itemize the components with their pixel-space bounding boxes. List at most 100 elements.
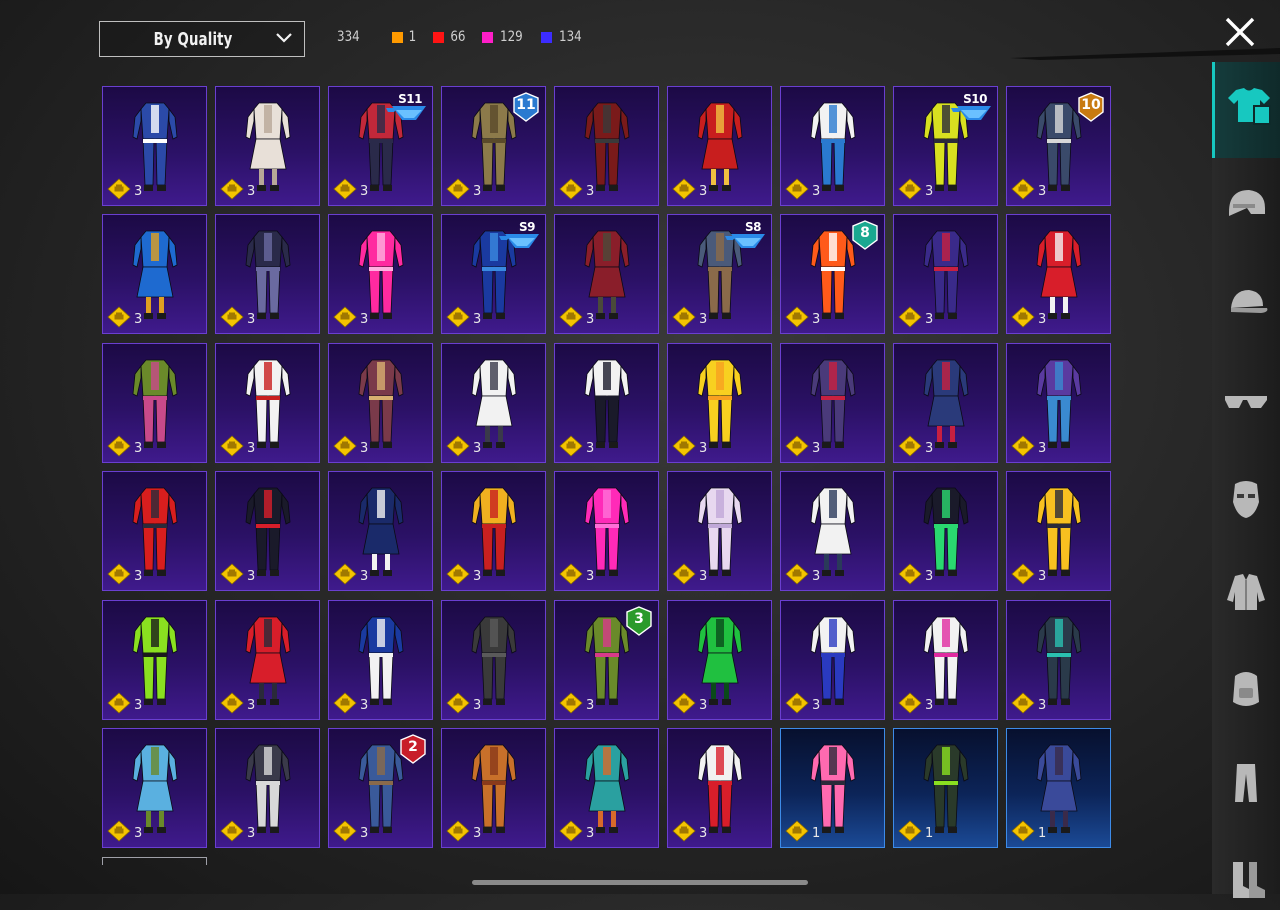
outfit-tile[interactable]: 3 S8 [667,214,772,335]
item-quantity: 3 [247,825,256,841]
outfit-tile[interactable]: 3 [780,599,885,720]
outfit-tile[interactable]: 3 [328,471,433,592]
item-quantity: 3 [812,697,821,713]
item-quantity: 3 [134,825,143,841]
rarity-badge-icon [107,820,131,842]
close-icon[interactable] [1222,14,1258,50]
outfit-tile[interactable]: 1 [1006,727,1111,848]
outfit-image [923,487,968,577]
outfit-tile[interactable]: 3 [328,599,433,720]
sidebar-tab-mask[interactable] [1212,466,1280,530]
outfit-tile[interactable]: 3 [102,342,207,463]
outfit-tile[interactable]: 3 [667,727,772,848]
outfit-image [132,487,177,577]
outfit-tile[interactable]: 3 [328,214,433,335]
outfit-tile[interactable]: 3 8 [780,214,885,335]
sidebar-tab-outfit[interactable] [1212,62,1280,158]
outfit-tile[interactable]: 3 [667,86,772,206]
outfit-tile[interactable]: 3 [1006,342,1111,463]
outfit-tile[interactable]: 3 [893,342,998,463]
outfit-tile[interactable]: 3 S9 [441,214,546,335]
outfit-image [584,230,629,320]
outfit-tile[interactable]: 3 [1006,471,1111,592]
sidebar-tab-cap[interactable] [1212,270,1280,334]
outfit-image [697,359,742,448]
rarity-badge-icon [898,692,922,714]
outfit-tile[interactable]: 3 [780,471,885,592]
outfit-image [584,102,629,191]
outfit-tile[interactable]: 3 [893,599,998,720]
item-quantity: 3 [586,184,595,199]
outfit-tile[interactable]: 3 [441,599,546,720]
outfit-tile[interactable]: 3 [554,727,659,848]
outfit-tile[interactable]: 3 [667,342,772,463]
outfit-tile[interactable]: 3 [215,86,320,206]
rarity-badge-icon [1011,178,1035,200]
rarity-badge-icon [672,178,696,200]
sidebar-tab-backpack[interactable] [1212,656,1280,720]
rarity-badge-icon [220,435,244,457]
rarity-badge-icon [785,306,809,328]
item-quantity: 3 [360,184,369,199]
rarity-badge-icon [107,563,131,585]
outfit-tile[interactable]: 3 3 [554,599,659,720]
outfit-image [358,487,403,577]
outfit-tile[interactable]: 3 10 [1006,86,1111,206]
outfit-tile[interactable]: 3 [1006,599,1111,720]
outfit-tile[interactable]: 1 [893,727,998,848]
rarity-badge-icon [785,820,809,842]
outfit-image [923,616,968,705]
outfit-tile[interactable]: 3 [102,86,207,206]
outfit-tile[interactable]: 3 [102,599,207,720]
item-quantity: 3 [247,440,256,456]
outfit-tile[interactable]: 3 [215,727,320,848]
outfit-tile[interactable]: 3 S10 [893,86,998,206]
rarity-badge-icon [1011,435,1035,457]
outfit-tile[interactable]: 3 [667,599,772,720]
outfit-image [471,744,516,833]
rarity-badge-icon [559,435,583,457]
outfit-tile[interactable]: 3 [554,214,659,335]
outfit-tile[interactable]: 3 [780,342,885,463]
item-quantity: 3 [360,440,369,456]
backpack-icon [1233,672,1259,706]
outfit-image [810,616,855,705]
rarity-badge-icon [672,692,696,714]
sidebar-tab-helmet[interactable] [1212,172,1280,236]
sidebar-tab-boots[interactable] [1212,846,1280,910]
item-quantity: 3 [586,697,595,713]
outfit-tile[interactable]: 3 [441,727,546,848]
outfit-tile[interactable]: 3 [554,342,659,463]
sidebar-tab-pants[interactable] [1212,750,1280,814]
outfit-tile[interactable]: 3 [441,471,546,592]
outfit-tile[interactable]: 3 [215,599,320,720]
rarity-badge-icon [446,306,470,328]
sidebar-tab-glasses[interactable] [1212,368,1280,432]
outfit-tile[interactable]: 3 [1006,214,1111,335]
count-purple: 134 [541,29,584,45]
season-label: S10 [963,92,987,106]
outfit-tile[interactable]: 3 [102,727,207,848]
sidebar-tab-jacket[interactable] [1212,560,1280,624]
outfit-tile[interactable]: 3 S11 [328,86,433,206]
outfit-tile[interactable]: 3 [893,214,998,335]
outfit-tile[interactable]: 3 [215,342,320,463]
outfit-tile[interactable]: 3 [102,471,207,592]
outfit-tile[interactable]: 1 [780,727,885,848]
outfit-tile[interactable]: 3 [328,342,433,463]
outfit-tile[interactable]: 3 [215,471,320,592]
rarity-badge-icon [220,563,244,585]
outfit-tile[interactable]: 3 11 [441,86,546,206]
outfit-tile[interactable]: 3 [441,342,546,463]
outfit-tile[interactable]: 3 [102,214,207,335]
outfit-tile[interactable]: 3 [554,471,659,592]
outfit-tile[interactable]: 3 [667,471,772,592]
sort-dropdown[interactable]: By Quality [99,21,305,57]
item-quantity: 3 [360,569,369,585]
outfit-tile[interactable]: 3 [554,86,659,206]
boots-icon [1233,862,1265,898]
outfit-tile[interactable]: 3 2 [328,727,433,848]
outfit-tile[interactable]: 3 [893,471,998,592]
outfit-tile[interactable]: 3 [780,86,885,206]
outfit-tile[interactable]: 3 [215,214,320,335]
